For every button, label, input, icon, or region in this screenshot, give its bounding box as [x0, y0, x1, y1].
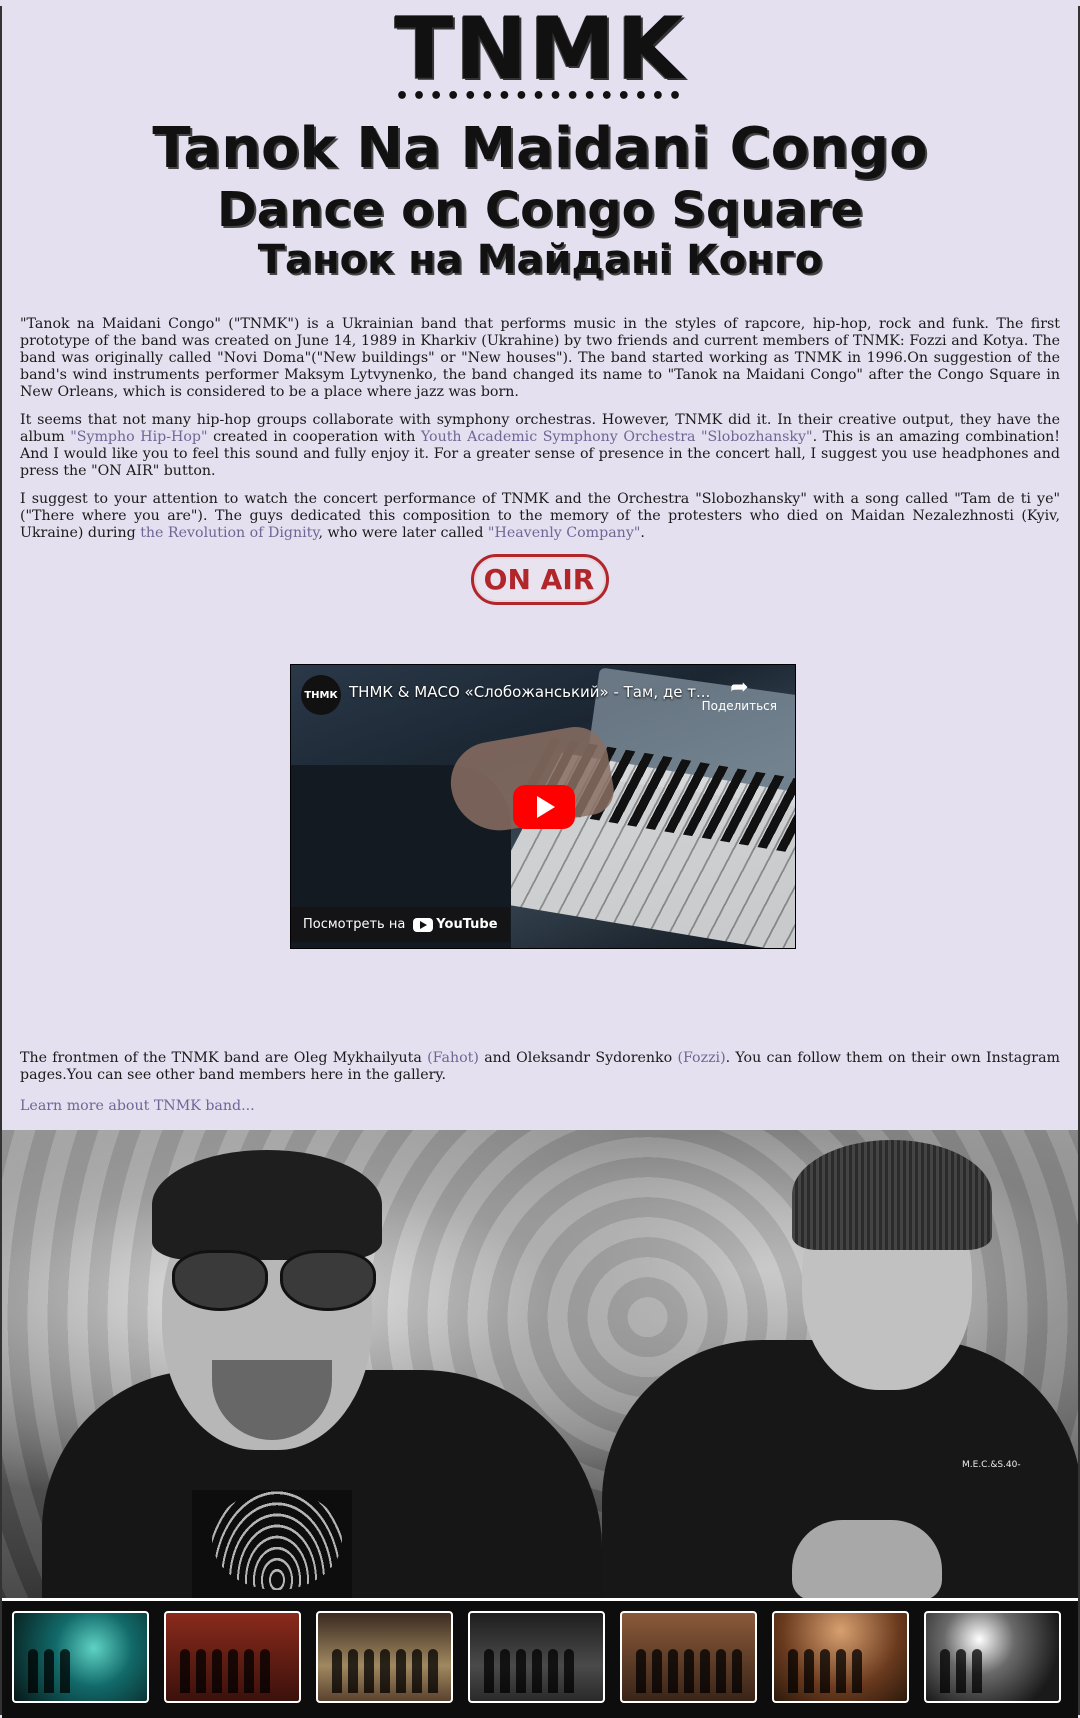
- gallery-strip: [2, 1598, 1078, 1718]
- text: .: [640, 525, 645, 542]
- intro-paragraph-2: It seems that not many hip-hop groups co…: [20, 412, 1060, 480]
- youtube-wordmark: YouTube: [436, 917, 498, 932]
- gallery-thumbnail[interactable]: [924, 1611, 1061, 1703]
- title-ukrainian: Танок на Майдані Конго: [257, 237, 823, 284]
- sunglasses: [172, 1250, 376, 1311]
- revolution-of-dignity-link[interactable]: the Revolution of Dignity: [140, 525, 318, 541]
- band-silhouettes: [940, 1649, 982, 1693]
- fozzi-instagram-link[interactable]: (Fozzi): [677, 1050, 725, 1066]
- intro-paragraph-3: I suggest to your attention to watch the…: [20, 491, 1060, 542]
- site-header: TNMK ••••••••••••••••• Tanok Na Maidani …: [2, 6, 1078, 282]
- intro-section: "Tanok na Maidani Congo" ("TNMK") is a U…: [2, 316, 1078, 606]
- text: , who were later called: [318, 525, 488, 542]
- lens-right: [280, 1250, 376, 1311]
- gallery-thumbnail[interactable]: [620, 1611, 757, 1703]
- share-icon: ➦: [730, 675, 749, 700]
- heavenly-company-link[interactable]: "Heavenly Company": [488, 525, 640, 541]
- gallery-thumbnail[interactable]: [12, 1611, 149, 1703]
- tnmk-logo: TNMK: [394, 0, 686, 99]
- frontmen-section: The frontmen of the TNMK band are Oleg M…: [20, 1050, 1060, 1114]
- play-button-icon[interactable]: [513, 785, 575, 829]
- title-english: Dance on Congo Square: [216, 181, 864, 238]
- text: The frontmen of the TNMK band are Oleg M…: [20, 1050, 428, 1066]
- youtube-video-embed[interactable]: ТНМК ТНМК & МАСО «Слобожанський» - Там, …: [290, 664, 796, 949]
- sympho-hip-hop-link[interactable]: "Sympho Hip-Hop": [70, 429, 207, 445]
- lens-left: [172, 1250, 268, 1311]
- band-silhouettes: [484, 1649, 574, 1693]
- title-latin: Tanok Na Maidani Congo: [152, 116, 928, 181]
- intro-paragraph-1: "Tanok na Maidani Congo" ("TNMK") is a U…: [20, 316, 1060, 401]
- frontmen-photo: M.E.C.&S.40-: [2, 1130, 1078, 1598]
- youtube-play-icon: [413, 917, 434, 932]
- text: created in cooperation with: [207, 429, 421, 446]
- gallery-thumbnail[interactable]: [468, 1611, 605, 1703]
- share-label: Поделиться: [701, 699, 777, 713]
- band-silhouettes: [636, 1649, 742, 1693]
- band-silhouettes: [788, 1649, 862, 1693]
- fingerprint-print: [212, 1490, 342, 1590]
- gallery-thumbnail[interactable]: [316, 1611, 453, 1703]
- beanie-hat: [792, 1140, 992, 1250]
- share-button[interactable]: ➦ Поделиться: [701, 675, 777, 714]
- hoodie-badge: M.E.C.&S.40-: [962, 1460, 1021, 1470]
- youtube-logo: YouTube: [413, 917, 498, 932]
- watch-on-youtube-button[interactable]: Посмотреть на YouTube: [291, 907, 510, 942]
- on-air-button[interactable]: ON AIR: [470, 554, 610, 606]
- channel-avatar[interactable]: ТНМК: [301, 675, 341, 715]
- on-air-wrap: ON AIR: [20, 554, 1060, 606]
- gallery-thumbnail[interactable]: [164, 1611, 301, 1703]
- gallery-thumbnails: [12, 1611, 1061, 1703]
- frontman-left-hair: [152, 1150, 382, 1260]
- watch-on-label: Посмотреть на: [303, 917, 406, 932]
- frontmen-paragraph: The frontmen of the TNMK band are Oleg M…: [20, 1050, 1060, 1084]
- gallery-thumbnail[interactable]: [772, 1611, 909, 1703]
- frontman-right-hands: [792, 1520, 942, 1598]
- text: and Oleksandr Sydorenko: [478, 1050, 678, 1066]
- band-silhouettes: [180, 1649, 270, 1693]
- band-silhouettes: [332, 1649, 438, 1693]
- band-silhouettes: [28, 1649, 70, 1693]
- video-title[interactable]: ТНМК & МАСО «Слобожанський» - Там, де т.…: [349, 683, 710, 701]
- fahot-instagram-link[interactable]: (Fahot): [427, 1050, 479, 1066]
- logo-dots: •••••••••••••••••: [394, 84, 686, 109]
- learn-more-link[interactable]: Learn more about TNMK band...: [20, 1098, 255, 1114]
- slobozhansky-orchestra-link[interactable]: Youth Academic Symphony Orchestra "Slobo…: [421, 429, 813, 445]
